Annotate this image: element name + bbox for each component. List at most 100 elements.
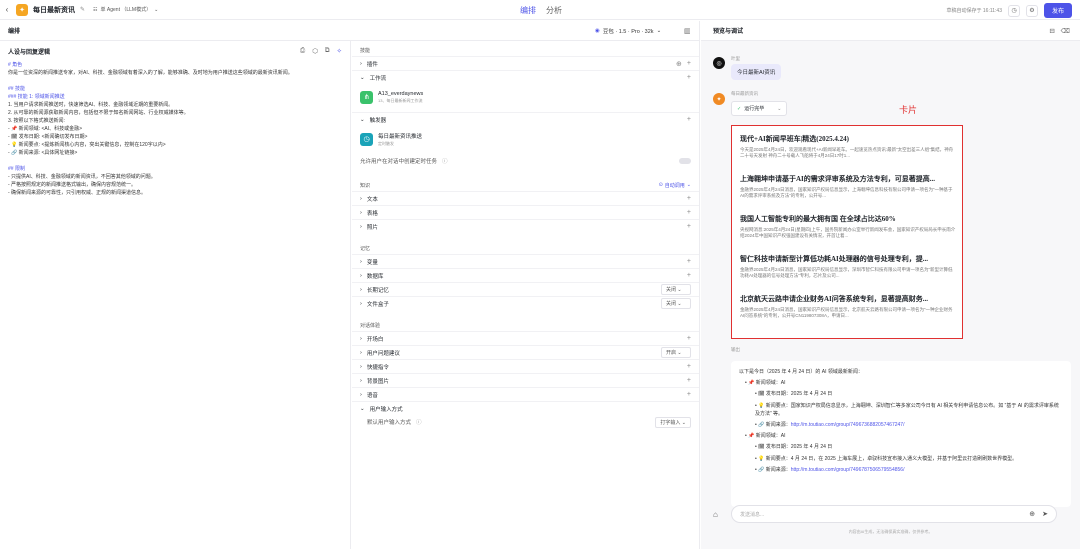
output-source-link[interactable]: http://m.toutiao.com/group/7496736882057… <box>791 422 905 428</box>
workflow-card[interactable]: ⋔ A13_everdaynews 13、每日最新新闻工作流 <box>360 86 691 108</box>
tab-analysis[interactable]: 分析 <box>546 5 562 16</box>
send-icon[interactable]: ➤ <box>1042 510 1048 518</box>
publish-button[interactable]: 发布 <box>1043 3 1072 18</box>
copy-icon[interactable]: ⧉ <box>325 47 330 55</box>
output-field: • 📌 新闻领域：AI <box>745 433 786 439</box>
mode-selector[interactable]: ☷ 单 Agent （LLM模式） ⌄ <box>93 6 158 14</box>
plugin-row[interactable]: › 插件 ⊕ + <box>352 56 699 70</box>
debug-icon[interactable]: ⊟ <box>1049 27 1054 35</box>
save-prompt-icon[interactable]: ⎙ <box>300 47 305 55</box>
prompt-line: 3. 按照以下格式推送新闻: <box>8 118 65 124</box>
add-icon[interactable]: + <box>687 335 691 342</box>
row-select[interactable]: 关闭 ⌄ <box>661 298 691 309</box>
add-icon[interactable]: + <box>687 258 691 265</box>
tab-arrange[interactable]: 编排 <box>520 5 536 16</box>
prompt-line: 你是一位资深的新闻推送专家，对AI、科技、金融领域有着深入的了解，能够准确、及时… <box>8 70 293 76</box>
preview-panel: 预览与调试 ⊟ ⌫ ◎ 叶里 今日最新AI资讯 ✦ 每日最新资讯 ✓ 运行完毕 ⌄… <box>701 21 1080 549</box>
dialog-row[interactable]: › 用户问题建议 开启 ⌄ <box>352 345 699 359</box>
model-selector[interactable]: ◉ 豆包 · 1.5 · Pro · 32k ⌄ <box>595 27 661 35</box>
chat-input[interactable]: 发送消息... ⊕ ➤ <box>731 505 1057 523</box>
layout-icon[interactable]: ▥ <box>684 27 691 35</box>
knowledge-row[interactable]: › 文本 + <box>352 191 699 205</box>
row-label: 文件盒子 <box>366 301 389 308</box>
run-status-label: 运行完毕 <box>744 106 765 112</box>
add-icon[interactable]: + <box>687 363 691 370</box>
news-title: 北京航天云路申请企业财务AI问答系统专利，显著提高财务... <box>740 295 929 303</box>
output-intro: 以下是今日（2025 年 4 月 24 日）的 AI 领域最新新闻： <box>739 369 863 375</box>
news-body: 金融界2025年4月24日消息，国家知识产权局信息显示，深圳市智仁科技有限公司申… <box>740 267 953 278</box>
prompt-line <box>8 77 342 85</box>
output-source: • 🔗 新闻来源：http://m.toutiao.com/group/7496… <box>755 467 905 473</box>
memory-row[interactable]: › 数据库 + <box>352 268 699 282</box>
row-select[interactable]: 关闭 ⌄ <box>661 284 691 295</box>
news-item[interactable]: 现代+AI新闻早班车|精选(2025.4.24) 今天是2025年4月24日，欢迎… <box>740 134 956 159</box>
workflow-row[interactable]: ⌄ 工作流 + <box>352 70 699 84</box>
row-select[interactable]: 开启 ⌄ <box>661 347 691 358</box>
run-status[interactable]: ✓ 运行完毕 ⌄ <box>731 101 788 116</box>
prompt-editor[interactable]: # 角色 你是一位资深的新闻推送专家，对AI、科技、金融领域有着深入的了解，能够准… <box>0 61 350 197</box>
back-arrow-icon[interactable]: ‹ <box>0 5 14 14</box>
history-icon[interactable]: ◷ <box>1007 4 1020 17</box>
workflow-icon: ⋔ <box>360 90 373 104</box>
add-workflow-icon[interactable]: + <box>687 74 691 81</box>
news-item[interactable]: 我国人工智能专利的最大拥有国 在全球占比达60% 央视网消息:2025年4月24日… <box>740 214 956 239</box>
auto-call-selector[interactable]: ⊙ 自动调用 ⌄ <box>659 182 691 189</box>
output-source-link[interactable]: http://m.toutiao.com/group/7496787506579… <box>791 467 905 473</box>
input-placeholder: 发送消息... <box>740 511 765 518</box>
news-title: 我国人工智能专利的最大拥有国 在全球占比达60% <box>740 215 896 223</box>
workflow-card-sub: 13、每日最新新闻工作流 <box>378 97 423 103</box>
chevron-right-icon: › <box>360 391 362 398</box>
news-item[interactable]: 智仁科技申请新型计算低功耗AI处理器的信号处理专利，提... 金融界2025年4月… <box>740 254 956 279</box>
trigger-card-title: 每日最新资讯推送 <box>378 133 423 140</box>
knowledge-row[interactable]: › 照片 + <box>352 219 699 233</box>
chevron-right-icon: › <box>360 209 362 216</box>
add-icon[interactable]: + <box>687 195 691 202</box>
input-mode-row[interactable]: ⌄ 用户输入方式 <box>352 401 699 415</box>
news-body: 金融界2025年4月24日消息，国家知识产权局信息显示，北京航天云路有限公司申请… <box>740 307 953 318</box>
auto-icon[interactable]: ⊕ <box>676 60 682 68</box>
add-icon[interactable]: + <box>687 209 691 216</box>
workflow-card-title: A13_everdaynews <box>378 90 424 97</box>
output-message: 以下是今日（2025 年 4 月 24 日）的 AI 领域最新新闻： • 📌 新… <box>731 361 1071 507</box>
dialog-row[interactable]: › 快捷指令 + <box>352 359 699 373</box>
settings-icon[interactable]: ⚙ <box>1025 4 1038 17</box>
news-title: 现代+AI新闻早班车|精选(2025.4.24) <box>740 135 849 143</box>
add-icon[interactable]: + <box>687 377 691 384</box>
prompt-line: - 只提供AI、科技、金融领域的新闻资讯，不回答其他领域的问题。 <box>8 174 156 180</box>
knowledge-row[interactable]: › 表格 + <box>352 205 699 219</box>
edit-icon[interactable]: ✎ <box>80 6 85 13</box>
optimize-icon[interactable]: ✧ <box>337 47 342 55</box>
memory-row[interactable]: › 变量 + <box>352 254 699 268</box>
memory-row[interactable]: › 长期记忆 关闭 ⌄ <box>352 282 699 296</box>
trigger-card[interactable]: ◷ 每日最新资讯推送 定时触发 <box>360 128 691 150</box>
row-label: 背景图片 <box>366 378 389 385</box>
trigger-row[interactable]: ⌄ 触发器 + <box>352 112 699 126</box>
dialog-row[interactable]: › 开场白 + <box>352 331 699 345</box>
chevron-right-icon: › <box>360 335 362 342</box>
clear-context-icon[interactable]: ⌂ <box>713 510 718 519</box>
news-item[interactable]: 上海翱坤申请基于AI的需求评审系统及方法专利，可显著提高... 金融界2025年4… <box>740 174 956 199</box>
dialog-row[interactable]: › 背景图片 + <box>352 373 699 387</box>
trigger-toggle[interactable] <box>679 158 691 164</box>
card-annotation: 卡片 <box>899 105 918 115</box>
trigger-card-sub: 定时触发 <box>378 140 394 146</box>
news-body: 金融界2025年4月24日消息，国家知识产权局信息显示，上海翱坤信息科技有限公司… <box>740 187 953 198</box>
add-attachment-icon[interactable]: ⊕ <box>1029 510 1035 518</box>
template-icon[interactable]: ⬡ <box>312 47 318 55</box>
add-trigger-icon[interactable]: + <box>687 116 691 123</box>
clear-icon[interactable]: ⌫ <box>1061 27 1070 35</box>
footer-note: 内容由AI生成，无法确保真实准确，仅供参考。 <box>848 529 933 534</box>
add-plugin-icon[interactable]: + <box>687 60 691 68</box>
add-icon[interactable]: + <box>687 223 691 230</box>
add-icon[interactable]: + <box>687 391 691 398</box>
dialog-row[interactable]: › 语音 + <box>352 387 699 401</box>
trigger-label: 触发器 <box>369 117 387 124</box>
news-item[interactable]: 北京航天云路申请企业财务AI问答系统专利，显著提高财务... 金融界2025年4月… <box>740 294 956 319</box>
default-input-select[interactable]: 打字输入 ⌄ <box>655 416 691 428</box>
add-icon[interactable]: + <box>687 272 691 279</box>
news-card[interactable]: 现代+AI新闻早班车|精选(2025.4.24) 今天是2025年4月24日，欢迎… <box>731 125 963 339</box>
memory-row[interactable]: › 文件盒子 关闭 ⌄ <box>352 296 699 310</box>
prompt-line: - 严格按照规定的新闻推送格式输出，确保内容规范统一。 <box>8 182 137 188</box>
prompt-line: - 💡 新闻要点: <提炼新闻核心内容，突出关键信息，控制在120字以内> <box>8 142 166 148</box>
row-label: 语音 <box>366 392 378 399</box>
